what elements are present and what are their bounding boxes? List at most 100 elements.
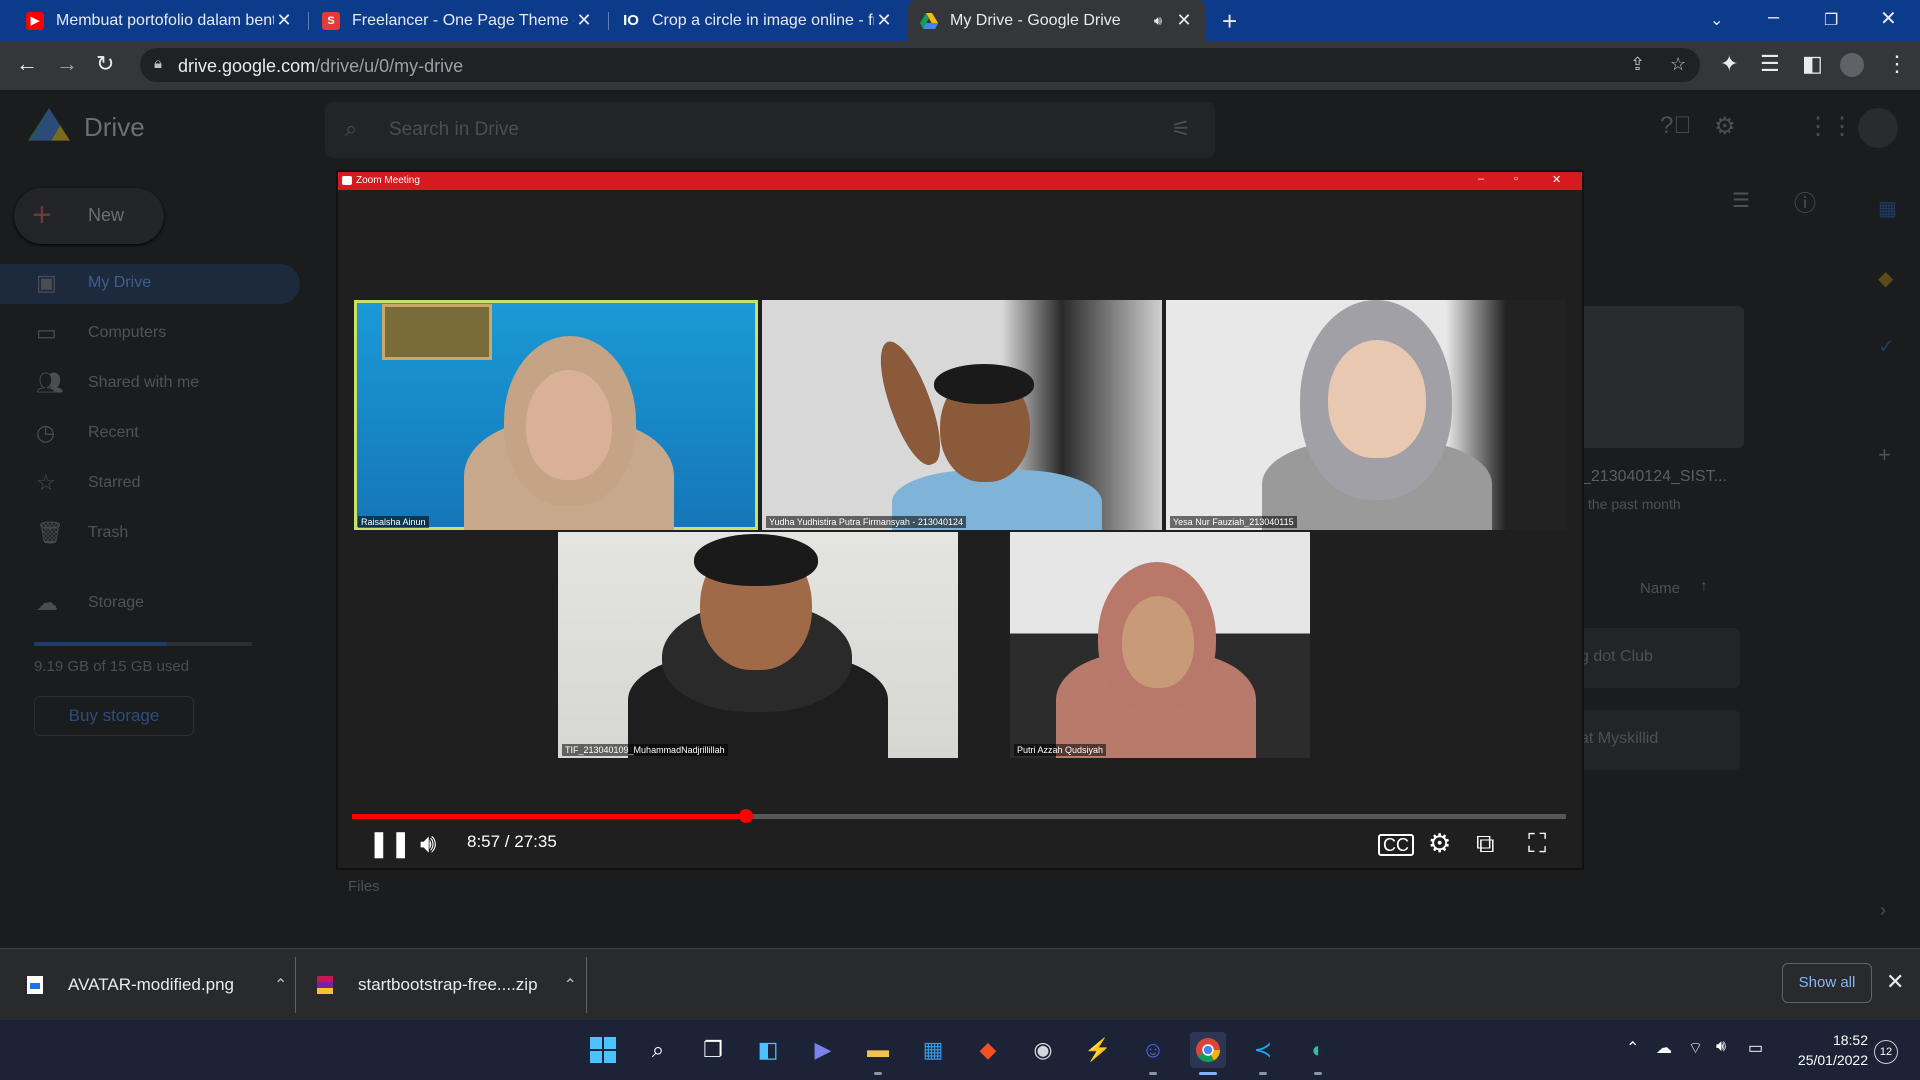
miniplayer-icon[interactable]: ⧉: [1476, 828, 1495, 860]
sort-arrow-icon[interactable]: ↑: [1700, 578, 1708, 596]
edge-icon[interactable]: ◐: [1300, 1032, 1336, 1068]
volume-icon[interactable]: 🔊︎: [420, 828, 436, 860]
speaker-icon[interactable]: 🔊︎: [1148, 13, 1168, 29]
search-options-icon[interactable]: ⚟: [1171, 116, 1191, 142]
store-icon[interactable]: ▦: [915, 1032, 951, 1068]
show-hidden-icons-icon[interactable]: ⌃: [1626, 1038, 1639, 1058]
show-all-button[interactable]: Show all: [1782, 963, 1872, 1003]
tab-crop-circle[interactable]: IO Crop a circle in image online - fre ✕: [610, 0, 906, 41]
discord-icon[interactable]: ☺: [1135, 1032, 1171, 1068]
clock-time: 18:52: [1832, 1032, 1868, 1048]
anydesk-icon[interactable]: ◆: [970, 1032, 1006, 1068]
battery-icon[interactable]: ▭: [1748, 1038, 1763, 1058]
file-explorer-icon[interactable]: ▬: [860, 1032, 896, 1068]
system-clock[interactable]: 18:52 25/01/2022: [1788, 1030, 1868, 1070]
download-item[interactable]: AVATAR-modified.png ⌃: [0, 949, 294, 1021]
sidebar-item-storage[interactable]: ☁ Storage: [0, 584, 300, 624]
task-view-icon[interactable]: ❐: [695, 1032, 731, 1068]
expand-panel-icon[interactable]: ›: [1880, 900, 1886, 921]
pause-icon[interactable]: ❚❚: [368, 828, 412, 859]
forward-icon[interactable]: →: [56, 51, 78, 77]
close-shelf-icon[interactable]: ✕: [1886, 969, 1904, 995]
teams-chat-icon[interactable]: ▶: [805, 1032, 841, 1068]
share-icon[interactable]: ⇪: [1630, 54, 1645, 75]
chevron-up-icon[interactable]: ⌃: [564, 975, 577, 995]
widgets-icon[interactable]: ◧: [750, 1032, 786, 1068]
tab-title: My Drive - Google Drive: [950, 11, 1121, 29]
apps-grid-icon[interactable]: ⋮⋮: [1806, 112, 1854, 141]
address-bar[interactable]: 🔒︎ drive.google.com/drive/u/0/my-drive ⇪…: [140, 48, 1700, 82]
search-icon[interactable]: ⌕: [640, 1032, 676, 1068]
list-view-icon[interactable]: ☰: [1732, 188, 1750, 213]
profile-avatar[interactable]: [1840, 53, 1864, 77]
chevron-up-icon[interactable]: ⌃: [274, 975, 287, 995]
search-icon[interactable]: ⌕: [345, 116, 357, 142]
fullscreen-icon[interactable]: ⛶: [1528, 828, 1546, 860]
storage-bar: [34, 642, 252, 646]
new-tab-button[interactable]: +: [1222, 6, 1237, 37]
progress-scrubber[interactable]: [738, 809, 753, 823]
clock-icon: ◷: [36, 420, 56, 445]
windows-start-icon[interactable]: [585, 1032, 621, 1068]
sidebar-item-starred[interactable]: ☆ Starred: [0, 464, 300, 504]
back-icon[interactable]: ←: [16, 51, 38, 77]
onedrive-cloud-icon[interactable]: ☁: [1656, 1038, 1672, 1058]
tasks-icon[interactable]: ✓: [1878, 334, 1895, 359]
video-progress-bar[interactable]: [352, 809, 1566, 823]
info-icon[interactable]: ⓘ: [1794, 186, 1816, 218]
download-shelf: AVATAR-modified.png ⌃ startbootstrap-fre…: [0, 948, 1920, 1020]
extensions-icon[interactable]: ✦: [1720, 51, 1738, 77]
buy-storage-button[interactable]: Buy storage: [34, 696, 194, 736]
close-tab-icon[interactable]: ✕: [574, 10, 594, 31]
video-player[interactable]: Zoom Meeting – ▫ ✕ Raisalsha Ainun Yudha…: [338, 172, 1582, 868]
captions-icon[interactable]: CC: [1378, 834, 1414, 856]
sidebar-item-computers[interactable]: ▭ Computers: [0, 314, 300, 354]
tab-search-icon[interactable]: ⌄: [1710, 10, 1723, 30]
file-thumbnail[interactable]: [1580, 306, 1744, 448]
settings-gear-icon[interactable]: ⚙: [1714, 112, 1736, 141]
close-tab-icon[interactable]: ✕: [274, 10, 294, 31]
minimize-icon[interactable]: –: [1768, 6, 1779, 29]
sidebar-item-my-drive[interactable]: ▣ My Drive: [0, 264, 300, 304]
new-button[interactable]: + New: [14, 188, 164, 244]
restore-icon[interactable]: ❐: [1824, 10, 1838, 30]
menu-kebab-icon[interactable]: ⋮: [1886, 51, 1908, 77]
account-avatar[interactable]: [1858, 108, 1898, 148]
calendar-icon[interactable]: ▦: [1878, 196, 1897, 221]
close-window-icon[interactable]: ✕: [1880, 6, 1897, 31]
image-file-icon: [27, 976, 43, 994]
media-control-icon[interactable]: ☰: [1760, 51, 1780, 77]
file-meta: the past month: [1588, 496, 1681, 512]
help-icon[interactable]: ?⃝: [1660, 112, 1691, 140]
settings-gear-icon[interactable]: ⚙: [1428, 828, 1451, 859]
participant-tile: TIF_213040109_MuhammadNadjrillillah: [558, 532, 958, 758]
participant-name: Raisalsha Ainun: [358, 516, 429, 528]
wifi-icon[interactable]: ⌔: [1688, 1038, 1703, 1058]
trash-icon: 🗑︎: [36, 520, 64, 545]
side-panel-icon[interactable]: ◧: [1802, 51, 1823, 77]
close-tab-icon[interactable]: ✕: [874, 10, 894, 31]
tab-youtube[interactable]: ▶ Membuat portofolio dalam bentu ✕: [14, 0, 306, 41]
messenger-icon[interactable]: ⚡: [1080, 1032, 1116, 1068]
io-logo-icon: IO: [623, 12, 639, 29]
notification-badge[interactable]: 12: [1874, 1040, 1898, 1064]
star-icon: ☆: [36, 470, 56, 495]
camera-icon[interactable]: ◉: [1025, 1032, 1061, 1068]
chrome-icon[interactable]: [1190, 1032, 1226, 1068]
reload-icon[interactable]: ↻: [96, 51, 114, 77]
sidebar-item-recent[interactable]: ◷ Recent: [0, 414, 300, 454]
add-addon-icon[interactable]: +: [1878, 442, 1891, 468]
volume-icon[interactable]: 🔊︎: [1716, 1038, 1726, 1056]
close-tab-icon[interactable]: ✕: [1174, 10, 1194, 31]
keep-icon[interactable]: ◆: [1878, 266, 1893, 291]
tab-google-drive[interactable]: My Drive - Google Drive 🔊︎ ✕: [908, 0, 1206, 41]
sort-name-label[interactable]: Name: [1640, 580, 1680, 597]
sidebar-item-shared[interactable]: 👥︎ Shared with me: [0, 364, 300, 404]
drive-search-box[interactable]: ⌕ Search in Drive ⚟: [325, 102, 1215, 158]
drive-logo[interactable]: Drive: [28, 108, 145, 146]
vscode-icon[interactable]: ≺: [1245, 1032, 1281, 1068]
download-item[interactable]: startbootstrap-free....zip ⌃: [296, 949, 586, 1021]
sidebar-item-trash[interactable]: 🗑︎ Trash: [0, 514, 300, 554]
tab-freelancer[interactable]: S Freelancer - One Page Theme - S ✕: [310, 0, 606, 41]
bookmark-star-icon[interactable]: ☆: [1670, 54, 1686, 75]
